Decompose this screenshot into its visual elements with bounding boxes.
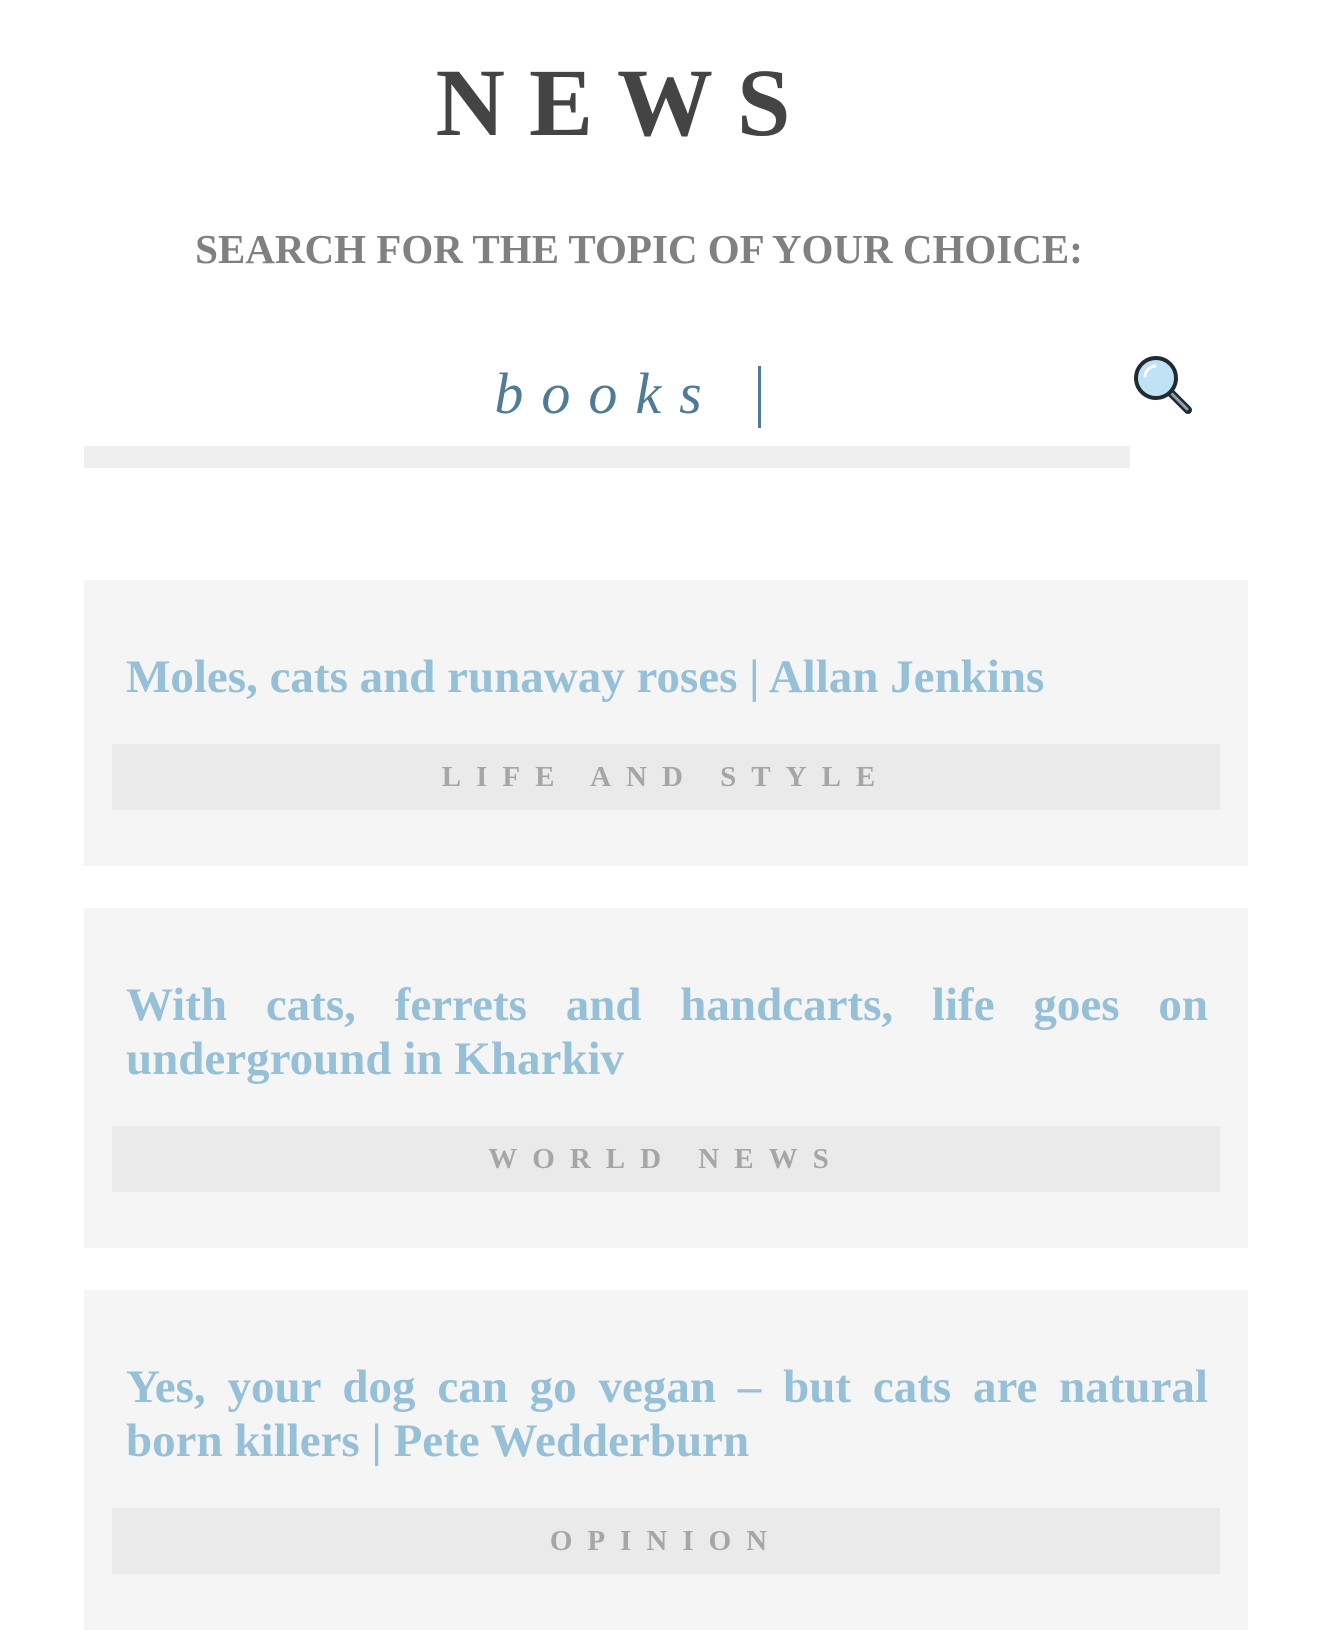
article-section-tag: LIFE AND STYLE: [112, 744, 1220, 810]
search-input[interactable]: [84, 340, 1130, 446]
article-card[interactable]: Yes, your dog can go vegan – but cats ar…: [84, 1290, 1248, 1630]
article-headline[interactable]: With cats, ferrets and handcarts, life g…: [126, 978, 1208, 1086]
search-box: [84, 340, 1130, 468]
article-section-tag: WORLD NEWS: [112, 1126, 1220, 1192]
search-prompt: SEARCH FOR THE TOPIC OF YOUR CHOICE:: [195, 226, 1083, 272]
search-button[interactable]: [1132, 354, 1198, 420]
article-card[interactable]: With cats, ferrets and handcarts, life g…: [84, 908, 1248, 1248]
article-section-tag: OPINION: [112, 1508, 1220, 1574]
search-underline: [84, 446, 1130, 468]
text-caret: [758, 366, 761, 428]
magnifying-glass-icon: [1134, 356, 1192, 414]
article-headline[interactable]: Moles, cats and runaway roses | Allan Je…: [126, 650, 1208, 704]
page-title: NEWS: [435, 49, 815, 156]
article-card[interactable]: Moles, cats and runaway roses | Allan Je…: [84, 580, 1248, 866]
article-headline[interactable]: Yes, your dog can go vegan – but cats ar…: [126, 1360, 1208, 1468]
